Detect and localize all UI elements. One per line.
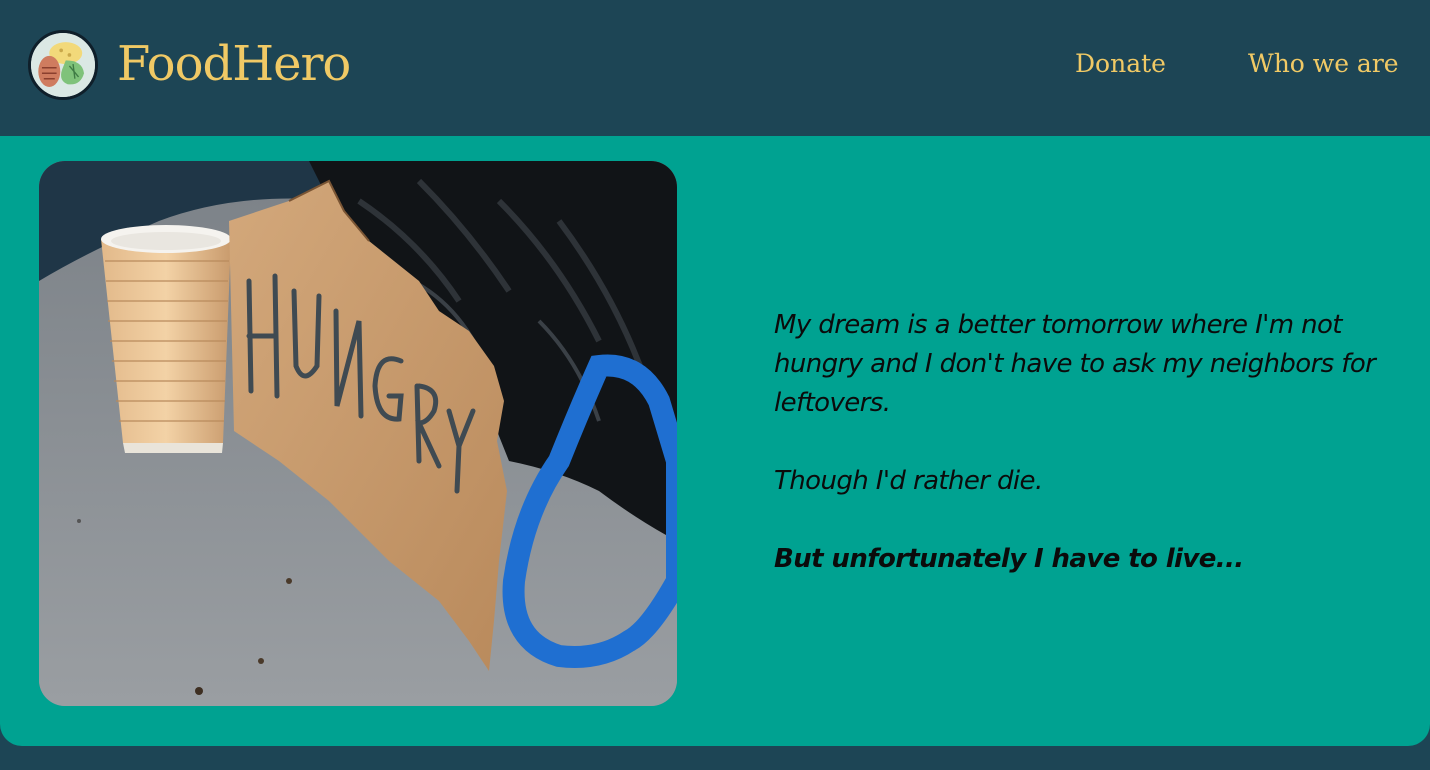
quote-line-die: Though I'd rather die. xyxy=(774,466,1043,496)
food-bowl-icon[interactable] xyxy=(28,30,98,100)
quote-line-dream: My dream is a better tomorrow where I'm … xyxy=(774,310,1376,418)
nav-donate-link[interactable]: Donate xyxy=(1075,48,1166,80)
hungry-sign-photo xyxy=(39,161,677,706)
quote-line-live: But unfortunately I have to live... xyxy=(774,544,1244,574)
hero-quote: My dream is a better tomorrow where I'm … xyxy=(774,306,1394,579)
nav-who-we-are-link[interactable]: Who we are xyxy=(1248,48,1399,80)
hero-card: My dream is a better tomorrow where I'm … xyxy=(0,136,1430,746)
site-header: FoodHero Donate Who we are xyxy=(0,0,1430,136)
brand-name[interactable]: FoodHero xyxy=(117,34,351,94)
